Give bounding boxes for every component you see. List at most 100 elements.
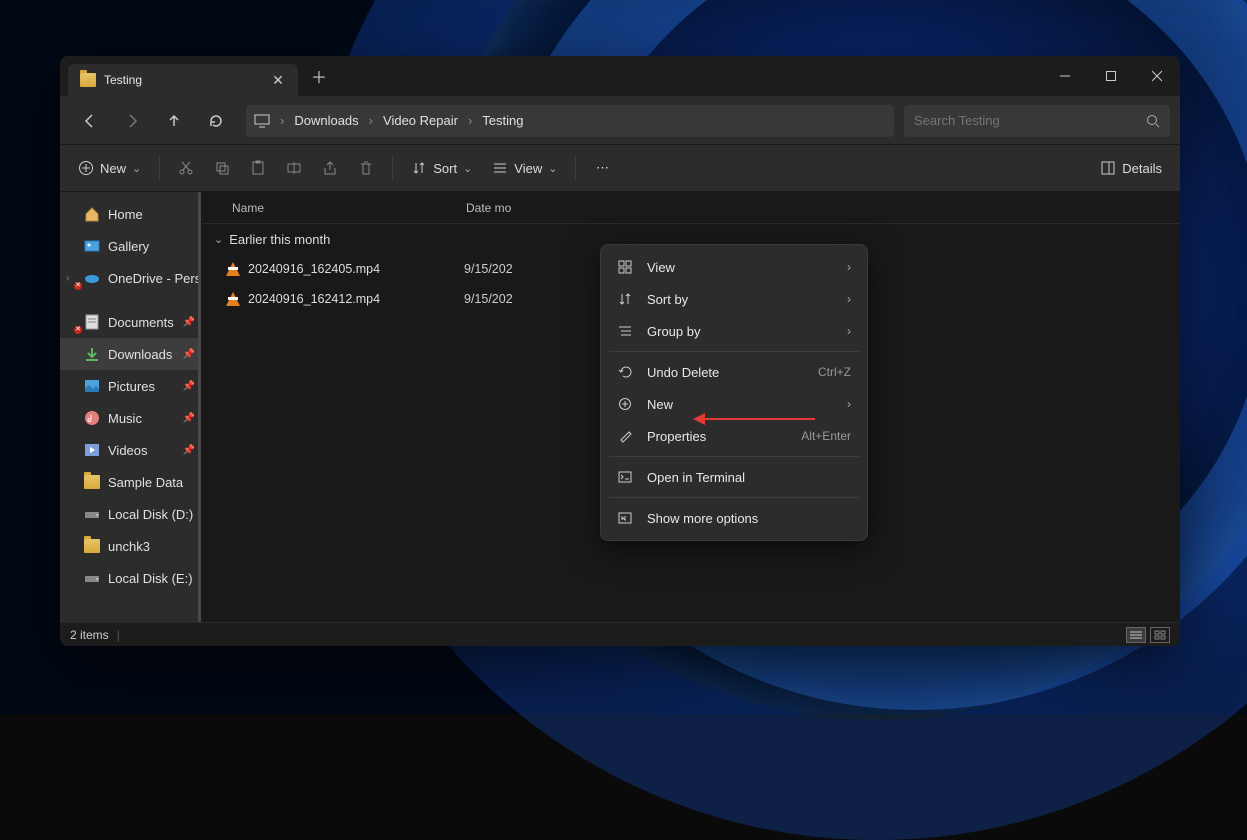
breadcrumb-seg-1[interactable]: Video Repair bbox=[383, 113, 458, 128]
chevron-down-icon: ⌄ bbox=[463, 162, 472, 175]
more-icon: ⋯ bbox=[594, 160, 610, 176]
file-date: 9/15/202 bbox=[464, 292, 614, 306]
drive-icon bbox=[84, 570, 100, 586]
more-icon bbox=[617, 510, 633, 526]
sidebar-item-videos[interactable]: Videos📌 bbox=[60, 434, 201, 466]
menu-item-group-by[interactable]: Group by› bbox=[607, 315, 861, 347]
delete-button[interactable] bbox=[350, 151, 382, 185]
tab-testing[interactable]: Testing ✕ bbox=[68, 64, 298, 96]
error-badge-icon: ✕ bbox=[74, 326, 82, 334]
chevron-right-icon: › bbox=[462, 113, 478, 128]
sidebar-item-downloads[interactable]: Downloads📌 bbox=[60, 338, 201, 370]
cut-icon bbox=[178, 160, 194, 176]
pictures-icon bbox=[84, 378, 100, 394]
paste-icon bbox=[250, 160, 266, 176]
sidebar-item-home[interactable]: Home bbox=[60, 198, 201, 230]
menu-item-new[interactable]: New› bbox=[607, 388, 861, 420]
new-tab-button[interactable]: ＋ bbox=[304, 64, 334, 88]
menu-item-label: Undo Delete bbox=[647, 365, 804, 380]
sidebar-item-music[interactable]: Music📌 bbox=[60, 402, 201, 434]
chevron-right-icon: › bbox=[847, 397, 851, 411]
menu-item-open-in-terminal[interactable]: Open in Terminal bbox=[607, 461, 861, 493]
share-icon bbox=[322, 160, 338, 176]
details-view-toggle[interactable] bbox=[1126, 627, 1146, 643]
view-icon bbox=[617, 259, 633, 275]
menu-item-undo-delete[interactable]: Undo DeleteCtrl+Z bbox=[607, 356, 861, 388]
menu-separator bbox=[609, 351, 859, 352]
sort-label: Sort bbox=[433, 161, 457, 176]
menu-item-view[interactable]: View› bbox=[607, 251, 861, 283]
folder-icon bbox=[84, 538, 100, 554]
sort-icon bbox=[411, 160, 427, 176]
file-date: 9/15/202 bbox=[464, 262, 614, 276]
column-headers[interactable]: Name Date mo bbox=[202, 192, 1180, 224]
delete-icon bbox=[358, 160, 374, 176]
minimize-button[interactable] bbox=[1042, 56, 1088, 96]
cut-button[interactable] bbox=[170, 151, 202, 185]
folder-icon bbox=[84, 474, 100, 490]
search-icon[interactable] bbox=[1146, 114, 1160, 128]
sidebar-item-pictures[interactable]: Pictures📌 bbox=[60, 370, 201, 402]
search-box[interactable] bbox=[904, 105, 1170, 137]
chevron-down-icon: ⌄ bbox=[548, 162, 557, 175]
up-button[interactable] bbox=[154, 103, 194, 139]
breadcrumb[interactable]: › Downloads › Video Repair › Testing bbox=[246, 105, 894, 137]
breadcrumb-seg-2[interactable]: Testing bbox=[482, 113, 523, 128]
sidebar-item-unchk3[interactable]: unchk3 bbox=[60, 530, 201, 562]
rename-button[interactable] bbox=[278, 151, 310, 185]
new-icon bbox=[617, 396, 633, 412]
sort-button[interactable]: Sort ⌄ bbox=[403, 151, 480, 185]
rename-icon bbox=[286, 160, 302, 176]
sidebar-item-label: Videos bbox=[108, 443, 148, 458]
col-date[interactable]: Date mo bbox=[466, 201, 616, 215]
chevron-right-icon: › bbox=[847, 292, 851, 306]
close-button[interactable] bbox=[1134, 56, 1180, 96]
maximize-button[interactable] bbox=[1088, 56, 1134, 96]
menu-item-properties[interactable]: Properties Alt+Enter bbox=[607, 420, 861, 452]
tab-close-icon[interactable]: ✕ bbox=[270, 72, 286, 89]
share-button[interactable] bbox=[314, 151, 346, 185]
home-icon bbox=[84, 206, 100, 222]
sidebar-item-local-disk-d-[interactable]: Local Disk (D:) bbox=[60, 498, 201, 530]
thumbnails-view-toggle[interactable] bbox=[1150, 627, 1170, 643]
gallery-icon bbox=[84, 238, 100, 254]
sidebar-item-documents[interactable]: ✕Documents📌 bbox=[60, 306, 201, 338]
new-label: New bbox=[100, 161, 126, 176]
breadcrumb-seg-0[interactable]: Downloads bbox=[294, 113, 358, 128]
folder-icon bbox=[80, 73, 96, 87]
chevron-right-icon: › bbox=[847, 324, 851, 338]
menu-item-show-more-options[interactable]: Show more options bbox=[607, 502, 861, 534]
pc-icon[interactable] bbox=[254, 114, 270, 128]
more-button[interactable]: ⋯ bbox=[586, 151, 618, 185]
downloads-icon bbox=[84, 346, 100, 362]
chevron-right-icon: › bbox=[847, 260, 851, 274]
view-button[interactable]: View ⌄ bbox=[484, 151, 565, 185]
properties-icon bbox=[617, 428, 633, 444]
new-button[interactable]: New ⌄ bbox=[70, 151, 149, 185]
paste-button[interactable] bbox=[242, 151, 274, 185]
col-name[interactable]: Name bbox=[202, 201, 466, 215]
back-button[interactable] bbox=[70, 103, 110, 139]
drive-icon bbox=[84, 506, 100, 522]
search-input[interactable] bbox=[914, 113, 1146, 128]
file-name: 20240916_162412.mp4 bbox=[248, 292, 464, 306]
sidebar-item-onedrive-perso[interactable]: ›✕OneDrive - Perso bbox=[60, 262, 201, 294]
sidebar-item-gallery[interactable]: Gallery bbox=[60, 230, 201, 262]
refresh-button[interactable] bbox=[196, 103, 236, 139]
details-label: Details bbox=[1122, 161, 1162, 176]
menu-item-label: Properties bbox=[647, 429, 787, 444]
copy-button[interactable] bbox=[206, 151, 238, 185]
sort-icon bbox=[617, 291, 633, 307]
view-label: View bbox=[514, 161, 542, 176]
menu-item-label: Open in Terminal bbox=[647, 470, 851, 485]
sidebar-item-local-disk-e-[interactable]: Local Disk (E:) bbox=[60, 562, 201, 594]
details-button[interactable]: Details bbox=[1092, 151, 1170, 185]
forward-button[interactable] bbox=[112, 103, 152, 139]
vlc-icon bbox=[226, 262, 240, 276]
menu-shortcut: Alt+Enter bbox=[801, 429, 851, 443]
file-name: 20240916_162405.mp4 bbox=[248, 262, 464, 276]
sidebar-item-label: OneDrive - Perso bbox=[108, 271, 202, 286]
menu-item-sort-by[interactable]: Sort by› bbox=[607, 283, 861, 315]
documents-icon bbox=[84, 314, 100, 330]
sidebar-item-sample-data[interactable]: Sample Data bbox=[60, 466, 201, 498]
